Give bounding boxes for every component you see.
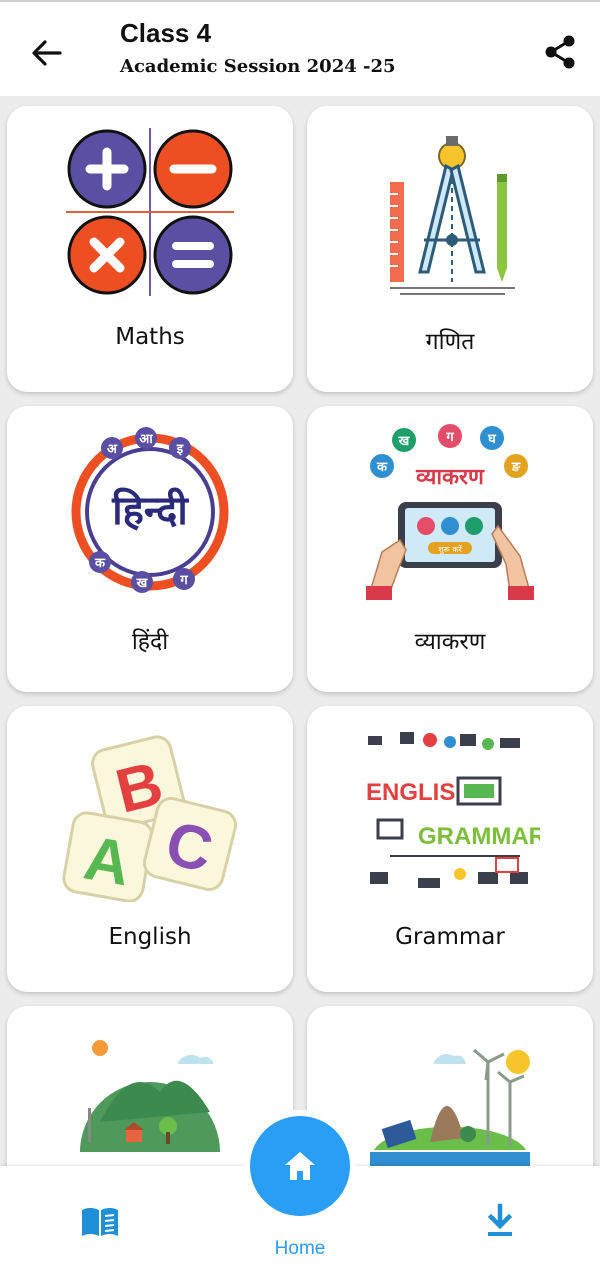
math-operators-icon [66,128,234,296]
download-button[interactable] [483,1203,517,1239]
svg-text:इ: इ [176,442,184,457]
subject-label: English [108,924,192,950]
svg-text:शुरू करें: शुरू करें [438,544,462,555]
app-bar: Class 4 Academic Session 2024 -25 [0,0,600,96]
vyakaran-tablet-icon: क ख ग घ ङ व्याकरण शुरू करें [366,424,534,600]
back-button[interactable] [26,32,68,74]
arrow-left-icon [32,40,62,66]
svg-text:ख: ख [398,434,411,449]
share-button[interactable] [538,30,582,74]
nav-books-button[interactable] [80,1204,120,1240]
subject-card-ganit[interactable]: गणित [307,106,593,392]
subject-card-english[interactable]: B A C English [7,706,293,992]
earth-renewable-energy-icon [370,1048,530,1171]
download-icon [487,1203,513,1236]
compass-ruler-icon [390,136,515,295]
earth-environment-icon [80,1040,220,1152]
page-subtitle: Academic Session 2024 -25 [120,56,396,77]
subject-label: Grammar [395,924,505,950]
subject-grid: Maths गणित हिन्दी अ आ इ क ख ग हिंदी क ख … [0,96,600,1171]
svg-text:GRAMMARA: GRAMMARA [418,823,540,850]
home-label[interactable]: Home [250,1238,350,1260]
svg-text:क: क [94,556,106,571]
svg-text:हिन्दी: हिन्दी [111,487,189,534]
share-icon [545,35,575,69]
svg-text:आ: आ [139,432,153,447]
book-icon [82,1208,118,1236]
home-button[interactable] [250,1116,350,1216]
home-icon [285,1152,315,1180]
hindi-logo-icon: हिन्दी अ आ इ क ख ग [71,427,229,593]
svg-text:ख: ख [136,576,149,591]
subject-card-vyakaran[interactable]: क ख ग घ ङ व्याकरण शुरू करें व्याकरण [307,406,593,692]
subject-card-hindi[interactable]: हिन्दी अ आ इ क ख ग हिंदी [7,406,293,692]
subject-label: व्याकरण [414,629,486,655]
page-title: Class 4 [120,18,212,48]
svg-text:अ: अ [107,442,118,457]
subject-label: गणित [425,329,475,355]
subject-label: हिंदी [131,629,169,655]
subject-label: Maths [115,324,185,350]
abc-blocks-icon: B A C [62,735,238,902]
svg-text:ग: ग [179,573,188,588]
svg-text:क: क [376,460,388,475]
svg-text:व्याकरण: व्याकरण [415,465,485,490]
subject-card-grammar[interactable]: ENGLISH GRAMMARA Grammar [307,706,593,992]
svg-text:घ: घ [487,432,497,447]
subject-card-maths[interactable]: Maths [7,106,293,392]
english-grammar-icon: ENGLISH GRAMMARA [366,732,540,888]
svg-text:ङ: ङ [511,460,521,475]
svg-text:ग: ग [445,430,454,445]
